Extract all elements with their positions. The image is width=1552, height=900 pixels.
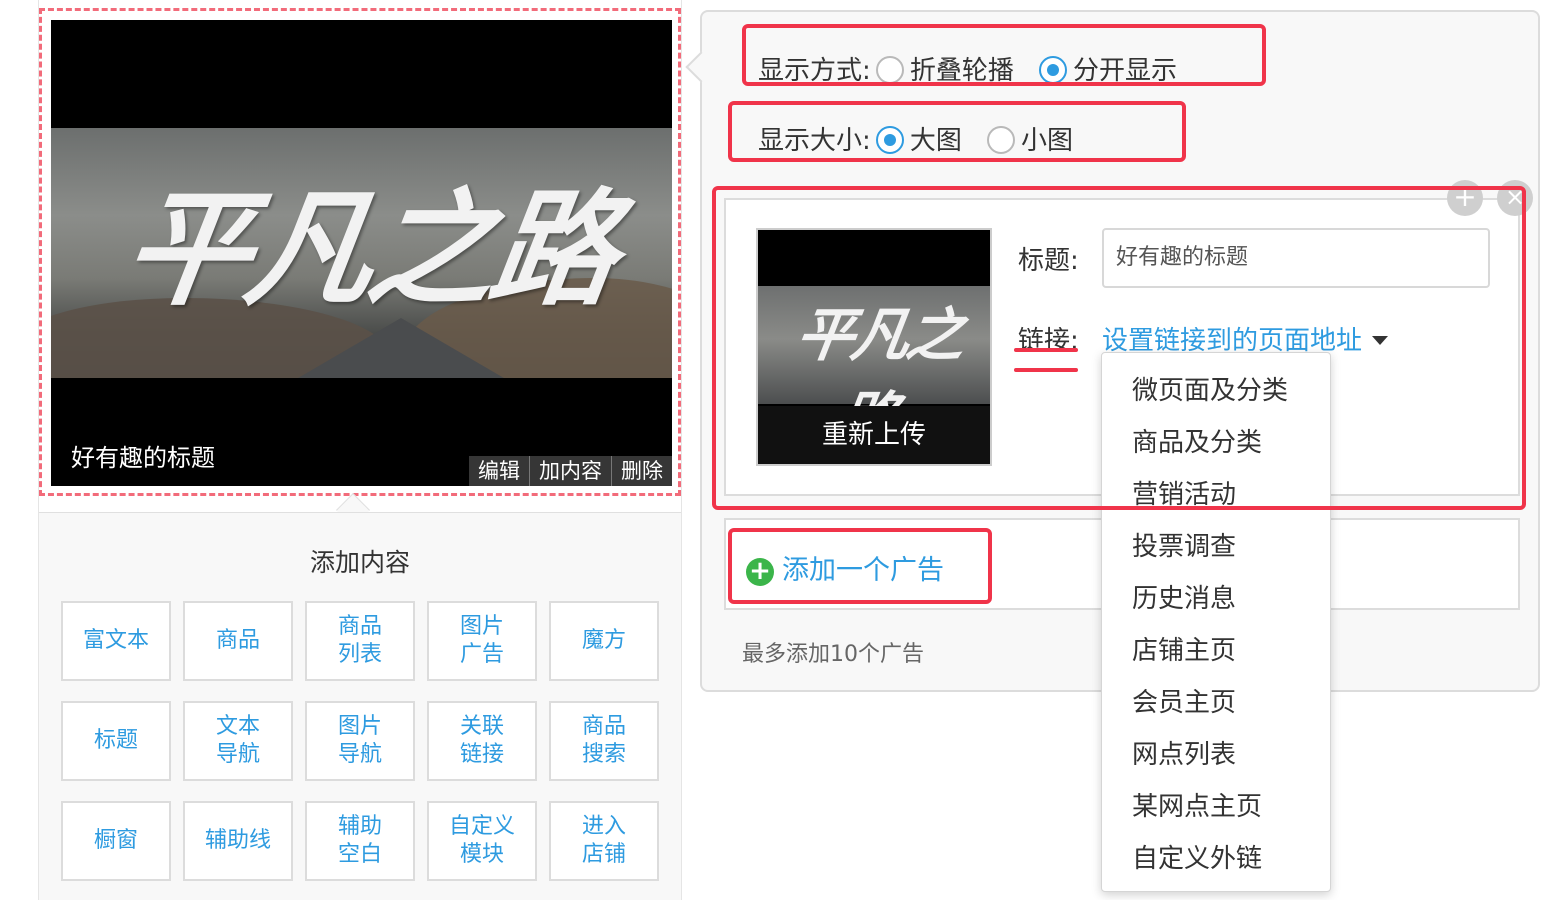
menu-item-marketing[interactable]: 营销活动	[1102, 469, 1330, 521]
annotation-link-underline-2	[1014, 368, 1078, 372]
menu-item-outlet-list[interactable]: 网点列表	[1102, 729, 1330, 781]
menu-item-vote[interactable]: 投票调查	[1102, 521, 1330, 573]
editor-pointer	[685, 51, 717, 83]
menu-item-shop-home[interactable]: 店铺主页	[1102, 625, 1330, 677]
menu-item-micro-page[interactable]: 微页面及分类	[1102, 365, 1330, 417]
add-ad-label[interactable]: 添加一个广告	[782, 555, 944, 586]
add-content-grid: 富文本 商品 商品 列表 图片 广告 魔方 标题 文本 导航 图片 导航 关联 …	[61, 601, 659, 881]
reupload-button[interactable]: 重新上传	[758, 406, 990, 464]
plus-circle-icon[interactable]: +	[746, 558, 774, 586]
menu-item-goods[interactable]: 商品及分类	[1102, 417, 1330, 469]
banner-calligraphy: 平凡之路	[115, 175, 624, 323]
add-content-panel: 添加内容 富文本 商品 商品 列表 图片 广告 魔方 标题 文本 导航 图片 导…	[39, 512, 681, 900]
image-ad-preview[interactable]: 平凡之路 好有趣的标题 编辑 加内容 删除	[51, 20, 672, 486]
add-content-button[interactable]: 加内容	[529, 456, 611, 486]
preview-ad-title: 好有趣的标题	[71, 444, 215, 472]
link-dropdown-menu: 微页面及分类 商品及分类 营销活动 投票调查 历史消息 店铺主页 会员主页 网点…	[1101, 352, 1331, 892]
add-goods-search-button[interactable]: 商品 搜索	[549, 701, 659, 781]
option-carousel-label[interactable]: 折叠轮播	[910, 56, 1014, 86]
radio-large[interactable]	[875, 126, 904, 154]
menu-item-outlet-home[interactable]: 某网点主页	[1102, 781, 1330, 833]
left-column: 平凡之路 好有趣的标题 编辑 加内容 删除 添加内容 富文本 商品 商品 列表 …	[38, 0, 682, 900]
option-large-label[interactable]: 大图	[910, 126, 962, 156]
add-blank-space-button[interactable]: 辅助 空白	[305, 801, 415, 881]
menu-item-history[interactable]: 历史消息	[1102, 573, 1330, 625]
add-showcase-button[interactable]: 橱窗	[61, 801, 171, 881]
option-small-label[interactable]: 小图	[1021, 126, 1073, 156]
add-cube-button[interactable]: 魔方	[549, 601, 659, 681]
caret-down-icon[interactable]	[1372, 336, 1389, 345]
remove-item-icon[interactable]: ×	[1497, 180, 1533, 216]
display-size-row: 显示大小: 大图 小图	[758, 120, 1093, 157]
image-ad-preview-selected[interactable]: 平凡之路 好有趣的标题 编辑 加内容 删除	[39, 8, 681, 496]
add-image-ad-button[interactable]: 图片 广告	[427, 601, 537, 681]
title-field-label: 标题:	[1018, 246, 1079, 276]
max-ads-note: 最多添加10个广告	[742, 642, 924, 667]
preview-action-bar: 编辑 加内容 删除	[469, 456, 672, 486]
menu-item-custom-link[interactable]: 自定义外链	[1102, 833, 1330, 885]
radio-carousel[interactable]	[875, 56, 904, 84]
add-divider-button[interactable]: 辅助线	[183, 801, 293, 881]
display-mode-label: 显示方式:	[758, 56, 871, 86]
option-separate-label[interactable]: 分开显示	[1073, 56, 1177, 86]
delete-button[interactable]: 删除	[611, 456, 672, 486]
add-related-link-button[interactable]: 关联 链接	[427, 701, 537, 781]
add-content-heading: 添加内容	[309, 548, 410, 577]
ad-thumbnail[interactable]: 平凡之路 重新上传	[756, 228, 992, 466]
add-ad-button[interactable]: + 添加一个广告	[746, 548, 944, 587]
annotation-link-underline-1	[1014, 348, 1078, 352]
add-title-button[interactable]: 标题	[61, 701, 171, 781]
add-enter-shop-button[interactable]: 进入 店铺	[549, 801, 659, 881]
title-input[interactable]: 好有趣的标题	[1102, 228, 1490, 288]
display-mode-row: 显示方式: 折叠轮播 分开显示	[758, 50, 1197, 87]
add-text-nav-button[interactable]: 文本 导航	[183, 701, 293, 781]
radio-separate[interactable]	[1038, 56, 1067, 84]
add-goods-list-button[interactable]: 商品 列表	[305, 601, 415, 681]
add-image-nav-button[interactable]: 图片 导航	[305, 701, 415, 781]
add-rich-text-button[interactable]: 富文本	[61, 601, 171, 681]
display-size-label: 显示大小:	[758, 126, 871, 156]
radio-small[interactable]	[986, 126, 1015, 154]
edit-button[interactable]: 编辑	[469, 456, 529, 486]
add-goods-button[interactable]: 商品	[183, 601, 293, 681]
menu-item-member-home[interactable]: 会员主页	[1102, 677, 1330, 729]
add-item-icon[interactable]: +	[1447, 180, 1483, 216]
add-custom-module-button[interactable]: 自定义 模块	[427, 801, 537, 881]
banner-image: 平凡之路	[51, 128, 672, 378]
